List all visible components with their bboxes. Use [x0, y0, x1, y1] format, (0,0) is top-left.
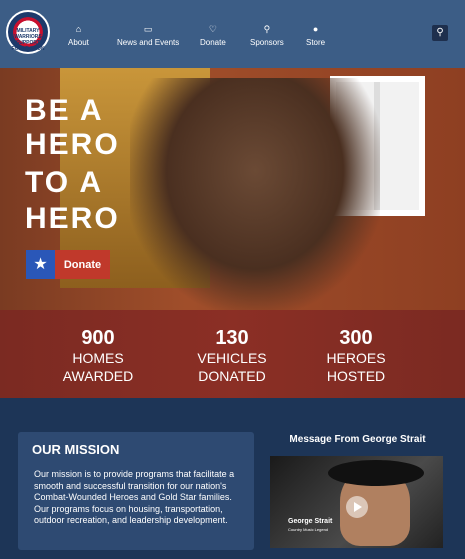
- mission-title: OUR MISSION: [32, 442, 120, 457]
- document-icon: ▭: [143, 24, 153, 34]
- nav-label: About: [68, 38, 89, 47]
- stat-label: VEHICLES: [197, 350, 267, 366]
- nav-item-sponsors[interactable]: ⚲ Sponsors: [250, 24, 284, 47]
- stat-label: AWARDED: [62, 368, 134, 384]
- search-icon[interactable]: ⚲: [432, 25, 448, 41]
- mission-card: OUR MISSION Our mission is to provide pr…: [18, 432, 254, 550]
- nav-label: Donate: [200, 38, 226, 47]
- home-icon: ⌂: [75, 24, 82, 34]
- store-icon: ●: [312, 24, 319, 34]
- nav-label: Store: [306, 38, 326, 47]
- video-player[interactable]: George Strait Country Music Legend: [270, 456, 443, 548]
- stats-bar: 900 HOMES AWARDED 130 VEHICLES DONATED 3…: [0, 310, 465, 398]
- stat-homes: 900 HOMES AWARDED: [38, 328, 158, 384]
- nav-item-about[interactable]: ⌂ About: [68, 24, 89, 47]
- mission-text: Our mission is to provide programs that …: [34, 469, 235, 525]
- stat-label: HOSTED: [326, 368, 386, 384]
- hero-title-line: HERO: [25, 128, 120, 161]
- donate-button[interactable]: ★ Donate: [26, 250, 110, 279]
- stat-number: 900: [81, 327, 115, 349]
- video-caption-name: George Strait: [288, 518, 333, 525]
- play-icon[interactable]: [346, 496, 368, 518]
- logo[interactable]: MILITARY WARRIORS SUPPORT FOUNDATION: [6, 10, 50, 54]
- stat-heroes: 300 HEROES HOSTED: [296, 328, 416, 384]
- nav-item-donate[interactable]: ♡ Donate: [200, 24, 226, 47]
- star-icon: ★: [26, 250, 55, 279]
- hero-title-line: TO A: [25, 166, 104, 199]
- trophy-icon: ⚲: [263, 24, 271, 34]
- video-caption-sub: Country Music Legend: [288, 527, 329, 532]
- hero-title-line: HERO: [25, 202, 120, 235]
- stat-label: HOMES: [72, 350, 124, 366]
- donate-label: Donate: [63, 258, 102, 271]
- nav-item-store[interactable]: ● Store: [306, 24, 325, 47]
- video-title: Message From George Strait: [289, 434, 426, 445]
- video-thumbnail-hat: [328, 460, 424, 486]
- logo-text: MILITARY WARRIORS SUPPORT FOUNDATION: [11, 28, 45, 52]
- stat-number: 300: [339, 327, 373, 349]
- nav-label: News and Events: [117, 38, 180, 47]
- top-nav: MILITARY WARRIORS SUPPORT FOUNDATION ⌂ A…: [0, 0, 465, 68]
- stat-number: 130: [215, 327, 249, 349]
- family-photo: [130, 78, 380, 310]
- hero-title-line: BE A: [25, 94, 104, 127]
- stat-vehicles: 130 VEHICLES DONATED: [172, 328, 292, 384]
- stat-label: HEROES: [326, 350, 386, 366]
- stat-label: DONATED: [198, 368, 266, 384]
- nav-item-news[interactable]: ▭ News and Events: [117, 24, 179, 47]
- heart-icon: ♡: [208, 24, 217, 34]
- nav-label: Sponsors: [250, 38, 284, 47]
